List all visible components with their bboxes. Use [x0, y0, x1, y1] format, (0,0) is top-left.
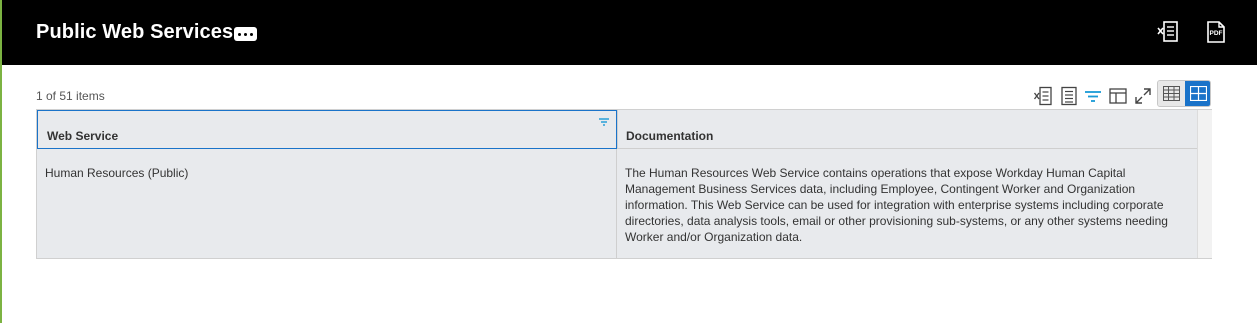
doc-line: The Human Resources Web Service contains…: [625, 166, 1126, 180]
vertical-scrollbar[interactable]: [1197, 110, 1212, 258]
related-actions-button[interactable]: [234, 27, 257, 41]
web-services-grid: Web Service Documentation Human Resource…: [36, 109, 1212, 259]
grid-view-button[interactable]: [1185, 81, 1210, 106]
fullscreen-icon[interactable]: [1133, 86, 1153, 106]
pdf-label: PDF: [1210, 30, 1223, 37]
doc-line: Worker and/or Organization data.: [625, 230, 803, 244]
export-excel-icon[interactable]: [1156, 20, 1180, 44]
item-count: 1 of 51 items: [36, 89, 105, 103]
print-icon[interactable]: [1059, 86, 1079, 106]
column-header-label: Documentation: [626, 129, 714, 143]
page-header: Public Web Services PDF: [2, 0, 1257, 65]
doc-line: information. This Web Service can be use…: [625, 198, 1164, 212]
page-title: Public Web Services: [36, 21, 234, 43]
export-pdf-icon[interactable]: PDF: [1204, 20, 1228, 44]
export-excel-icon[interactable]: [1033, 86, 1053, 106]
column-filter-icon[interactable]: [598, 117, 610, 127]
doc-line: Management Business Services data, inclu…: [625, 182, 1136, 196]
cell-web-service[interactable]: Human Resources (Public): [37, 149, 617, 258]
ellipsis-icon: [238, 32, 241, 36]
column-layout-icon[interactable]: [1108, 86, 1128, 106]
grid-view-icon: [1190, 86, 1207, 101]
column-header-web-service[interactable]: Web Service: [37, 110, 617, 149]
web-service-name: Human Resources (Public): [45, 166, 189, 180]
column-header-documentation[interactable]: Documentation: [617, 110, 1197, 149]
cell-documentation: The Human Resources Web Service contains…: [617, 149, 1197, 258]
filter-icon[interactable]: [1083, 86, 1103, 106]
column-header-label: Web Service: [47, 129, 119, 143]
table-view-icon: [1163, 86, 1180, 101]
table-view-button[interactable]: [1158, 81, 1185, 106]
doc-line: directories, data analysis tools, email …: [625, 214, 1168, 228]
view-toggle: [1157, 80, 1211, 107]
